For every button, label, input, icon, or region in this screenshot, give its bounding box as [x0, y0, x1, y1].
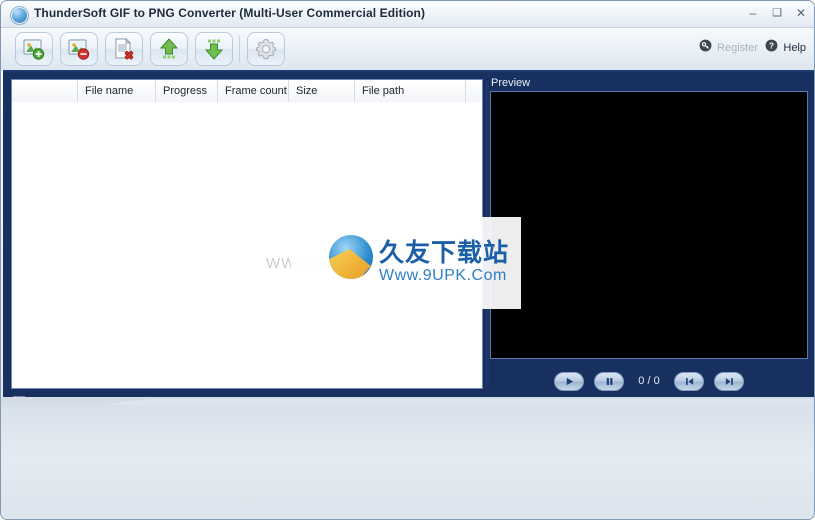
move-up-button[interactable]	[150, 32, 188, 66]
skip-next-icon	[724, 376, 735, 387]
preview-area[interactable]	[490, 91, 808, 359]
register-label: Register	[717, 42, 758, 54]
gear-icon	[254, 37, 278, 61]
help-link[interactable]: ? Help	[765, 39, 806, 57]
arrow-down-icon	[202, 37, 226, 61]
maximize-button[interactable]: ❑	[770, 6, 784, 20]
playback-controls: 0 / 0	[490, 367, 808, 395]
panel-splitter[interactable]	[486, 82, 489, 386]
column-header-file-name[interactable]: File name	[78, 80, 156, 102]
window-controls: – ❑ ✕	[746, 6, 808, 20]
previous-frame-button[interactable]	[674, 371, 704, 391]
question-mark-icon: ?	[765, 39, 778, 57]
play-button[interactable]	[554, 371, 584, 391]
move-down-button[interactable]	[195, 32, 233, 66]
file-list[interactable]: File name Progress Frame count Size File…	[11, 79, 483, 389]
pause-button[interactable]	[594, 371, 624, 391]
file-list-header: File name Progress Frame count Size File…	[12, 80, 482, 103]
document-delete-icon	[112, 37, 136, 61]
window-title: ThunderSoft GIF to PNG Converter (Multi-…	[34, 6, 426, 20]
preview-label: Preview	[491, 77, 531, 89]
toolbar-separator	[239, 36, 240, 63]
add-file-button[interactable]	[15, 32, 53, 66]
column-header-check[interactable]	[12, 80, 78, 102]
image-remove-icon	[67, 37, 91, 61]
column-header-filler	[466, 80, 482, 102]
play-icon	[564, 376, 575, 387]
svg-text:?: ?	[769, 42, 774, 51]
minimize-button[interactable]: –	[746, 6, 760, 20]
column-header-file-path[interactable]: File path	[355, 80, 466, 102]
column-header-size[interactable]: Size	[289, 80, 355, 102]
arrow-up-icon	[157, 37, 181, 61]
settings-button[interactable]	[247, 32, 285, 66]
column-header-progress[interactable]: Progress	[156, 80, 218, 102]
title-bar: ThunderSoft GIF to PNG Converter (Multi-…	[1, 1, 814, 28]
app-icon	[10, 6, 29, 25]
image-add-icon	[22, 37, 46, 61]
toolbar: Register ? Help	[1, 28, 814, 70]
next-frame-button[interactable]	[714, 371, 744, 391]
key-icon	[699, 39, 712, 57]
frame-counter: 0 / 0	[638, 375, 660, 387]
application-window: ThunderSoft GIF to PNG Converter (Multi-…	[0, 0, 815, 520]
help-label: Help	[783, 42, 806, 54]
file-list-body[interactable]	[12, 102, 482, 388]
close-button[interactable]: ✕	[794, 6, 808, 20]
register-link[interactable]: Register	[699, 39, 758, 57]
skip-previous-icon	[684, 376, 695, 387]
remove-file-button[interactable]	[60, 32, 98, 66]
column-header-frame-count[interactable]: Frame count	[218, 80, 289, 102]
pause-icon	[604, 376, 615, 387]
clear-list-button[interactable]	[105, 32, 143, 66]
options-footer: Output path Find target Image format PNG…	[1, 405, 814, 519]
